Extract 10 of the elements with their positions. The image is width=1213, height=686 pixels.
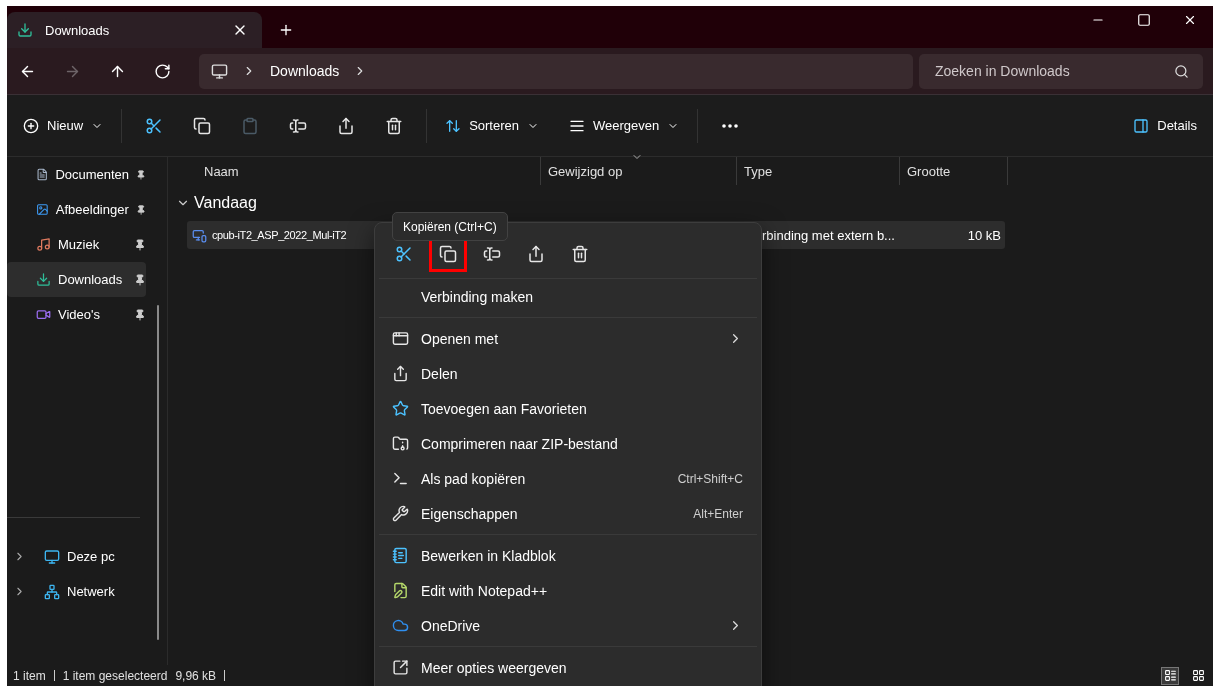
- selection-size: 9,96 kB: [175, 668, 217, 683]
- file-name: cpub-iT2_ASP_2022_Mul-iT2: [212, 229, 347, 241]
- file-type: rbinding met extern b...: [762, 227, 896, 243]
- shortcut-label: Alt+Enter: [693, 506, 743, 521]
- selection-info: 1 item geselecteerd: [62, 668, 168, 683]
- shortcut-label: Ctrl+Shift+C: [677, 471, 743, 486]
- tab-title: Downloads: [45, 22, 111, 38]
- tooltip: Kopiëren (Ctrl+C): [392, 212, 508, 241]
- item-count: 1 item: [13, 668, 46, 683]
- file-size: 10 kB: [966, 227, 1002, 243]
